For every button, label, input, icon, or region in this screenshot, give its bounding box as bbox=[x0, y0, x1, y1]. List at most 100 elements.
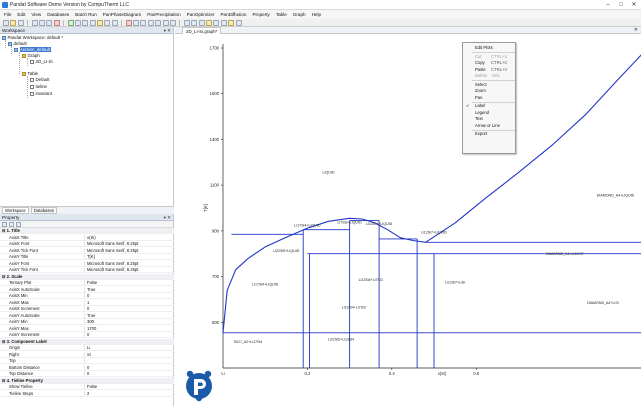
property-row[interactable]: Origin Li bbox=[0, 345, 174, 351]
close-button[interactable]: ✕ bbox=[629, 1, 639, 9]
plot-area[interactable]: 1700 1500 1300 1100 900 700 500 0.2 0.4 0.6 Li x(Si… bbox=[175, 34, 641, 406]
property-value[interactable]: 300 bbox=[84, 319, 174, 324]
graph-icon[interactable] bbox=[82, 19, 89, 26]
property-row[interactable]: Top bbox=[0, 358, 174, 364]
property-row[interactable]: AxisX Increment 0 bbox=[0, 306, 174, 312]
property-value[interactable]: 1700 bbox=[84, 325, 174, 331]
property-row[interactable]: AxisY Min 300 bbox=[0, 319, 174, 325]
property-row[interactable]: AxisY Title T[K] bbox=[0, 254, 174, 260]
tab-workspace[interactable]: Workspace bbox=[2, 207, 29, 214]
workspace-controls[interactable]: ▾ ✕ bbox=[164, 27, 171, 34]
menu-item-delete[interactable]: Delete DEL bbox=[463, 73, 517, 80]
brush-icon[interactable] bbox=[220, 19, 227, 26]
tree-item-tieline[interactable]: tieline bbox=[30, 84, 47, 89]
property-row[interactable]: AxisX Title x(Si) bbox=[0, 234, 174, 241]
menu-table[interactable]: Table bbox=[276, 12, 287, 17]
tree-item-section-default[interactable]: section_default bbox=[14, 47, 52, 52]
property-value[interactable]: Microsoft Sans Serif, 8.25pt bbox=[84, 241, 174, 246]
property-row[interactable]: AxisX AutoScale True bbox=[0, 286, 174, 293]
property-value[interactable]: False bbox=[84, 384, 174, 389]
stop-icon[interactable] bbox=[125, 19, 132, 26]
legend-icon[interactable] bbox=[169, 19, 176, 26]
tree-item-table-default[interactable]: Default bbox=[30, 77, 49, 82]
menu-item-edit-plots[interactable]: Edit Plots bbox=[463, 45, 517, 52]
property-row[interactable]: Tieline Steps 2 bbox=[0, 390, 174, 397]
property-value[interactable]: Microsoft Sans Serif, 8.25pt bbox=[84, 260, 174, 266]
property-value[interactable]: 0 bbox=[84, 364, 174, 370]
property-value[interactable]: 0 bbox=[84, 293, 174, 298]
property-value[interactable]: Si bbox=[84, 351, 174, 357]
open-icon[interactable] bbox=[10, 19, 17, 26]
property-category[interactable]: ⊟ 3. Component Label bbox=[0, 338, 174, 345]
new-icon[interactable] bbox=[3, 19, 9, 26]
tree-item-table[interactable]: Table bbox=[22, 71, 38, 76]
property-row[interactable]: AxisX Tick Font Microsoft Sans Serif, 8.2… bbox=[0, 247, 174, 254]
text-icon[interactable] bbox=[155, 19, 162, 26]
delete-icon[interactable] bbox=[53, 19, 60, 26]
property-row[interactable]: AxisY Font Microsoft Sans Serif, 8.25pt bbox=[0, 260, 174, 267]
menu-property[interactable]: Property bbox=[252, 12, 269, 17]
contour-icon[interactable] bbox=[111, 19, 118, 26]
paste-icon[interactable] bbox=[46, 19, 53, 26]
property-value[interactable]: 0 bbox=[84, 332, 174, 337]
property-row[interactable]: Show Tieline False bbox=[0, 384, 174, 390]
property-value[interactable]: False bbox=[84, 280, 174, 285]
info-icon[interactable] bbox=[235, 19, 242, 26]
property-value[interactable]: 0 bbox=[84, 371, 174, 376]
select-icon[interactable] bbox=[133, 19, 140, 26]
property-row[interactable]: AxisX Min 0 bbox=[0, 293, 174, 299]
menu-databases[interactable]: Databases bbox=[47, 12, 69, 17]
tree-item-graph[interactable]: Graph bbox=[22, 53, 40, 58]
maximize-button[interactable]: □ bbox=[616, 1, 626, 9]
property-row[interactable]: Top Distance 0 bbox=[0, 371, 174, 377]
property-category[interactable]: ⊟ 2. Scale bbox=[0, 273, 174, 280]
property-value[interactable]: Li bbox=[84, 345, 174, 350]
menu-panphasediagram[interactable]: PanPhaseDiagram bbox=[103, 12, 142, 17]
tab-2d-li-si-graph[interactable]: 2D_LI-Si.graph* bbox=[182, 27, 222, 34]
menu-batch-run[interactable]: Batch Run bbox=[75, 12, 96, 17]
property-value[interactable]: 1 bbox=[84, 299, 174, 305]
property-value[interactable]: True bbox=[84, 312, 174, 318]
arrow-icon[interactable] bbox=[162, 19, 169, 26]
pencil-icon[interactable] bbox=[228, 19, 235, 26]
property-row[interactable]: Right Si bbox=[0, 351, 174, 358]
pointer-icon[interactable] bbox=[213, 19, 220, 26]
tab-databases[interactable]: Databases bbox=[30, 207, 57, 214]
grid-icon[interactable] bbox=[183, 19, 190, 26]
property-category[interactable]: ⊟ 4. Tieline Property bbox=[0, 377, 174, 384]
categorized-icon[interactable] bbox=[2, 221, 7, 227]
copy-icon[interactable] bbox=[38, 19, 45, 26]
minimize-button[interactable]: – bbox=[603, 1, 613, 9]
phase-diagram-icon[interactable] bbox=[89, 19, 96, 26]
export-icon[interactable] bbox=[191, 19, 198, 26]
calculator-icon[interactable] bbox=[97, 19, 104, 26]
table-icon[interactable] bbox=[74, 19, 81, 26]
menu-help[interactable]: Help bbox=[312, 12, 321, 17]
menu-pandiffusion[interactable]: PanDiffusion bbox=[220, 12, 246, 17]
property-row[interactable]: AxisX Font Microsoft Sans Serif, 8.25pt bbox=[0, 241, 174, 247]
property-value[interactable]: 2 bbox=[84, 390, 174, 396]
property-pages-icon[interactable] bbox=[16, 221, 21, 227]
line-icon[interactable] bbox=[104, 19, 111, 26]
property-row[interactable]: AxisY Increment 0 bbox=[0, 332, 174, 338]
property-row[interactable]: AxisY AutoScale True bbox=[0, 312, 174, 319]
phase-diagram-chart[interactable]: 1700 1500 1300 1100 900 700 500 0.2 0.4 0.6 Li x(Si… bbox=[175, 34, 641, 406]
menu-item-export[interactable]: Export bbox=[463, 131, 517, 138]
close-document-icon[interactable]: ✕ bbox=[634, 27, 638, 34]
menu-file[interactable]: File bbox=[4, 12, 11, 17]
alphabetical-icon[interactable] bbox=[9, 221, 14, 227]
cut-icon[interactable] bbox=[31, 19, 38, 26]
tree-item-invariant[interactable]: invariant bbox=[30, 91, 52, 96]
menu-panprecipitation[interactable]: PanPrecipitation bbox=[147, 12, 180, 17]
property-value[interactable]: Microsoft Sans Serif, 8.25pt bbox=[84, 247, 174, 253]
property-row[interactable]: AxisY Tick Font Microsoft Sans Serif, 8.2… bbox=[0, 267, 174, 273]
pan-icon[interactable] bbox=[147, 19, 154, 26]
property-row[interactable]: AxisX Max 1 bbox=[0, 299, 174, 306]
save-icon[interactable] bbox=[17, 19, 24, 26]
tree-item-2d-li-si[interactable]: 2D_LI-Si bbox=[30, 59, 53, 64]
property-controls[interactable]: ▾ ✕ bbox=[164, 214, 171, 221]
zoom-icon[interactable] bbox=[140, 19, 147, 26]
properties-icon[interactable] bbox=[205, 19, 212, 26]
run-icon[interactable] bbox=[67, 19, 74, 26]
menu-graph[interactable]: Graph bbox=[293, 12, 306, 17]
